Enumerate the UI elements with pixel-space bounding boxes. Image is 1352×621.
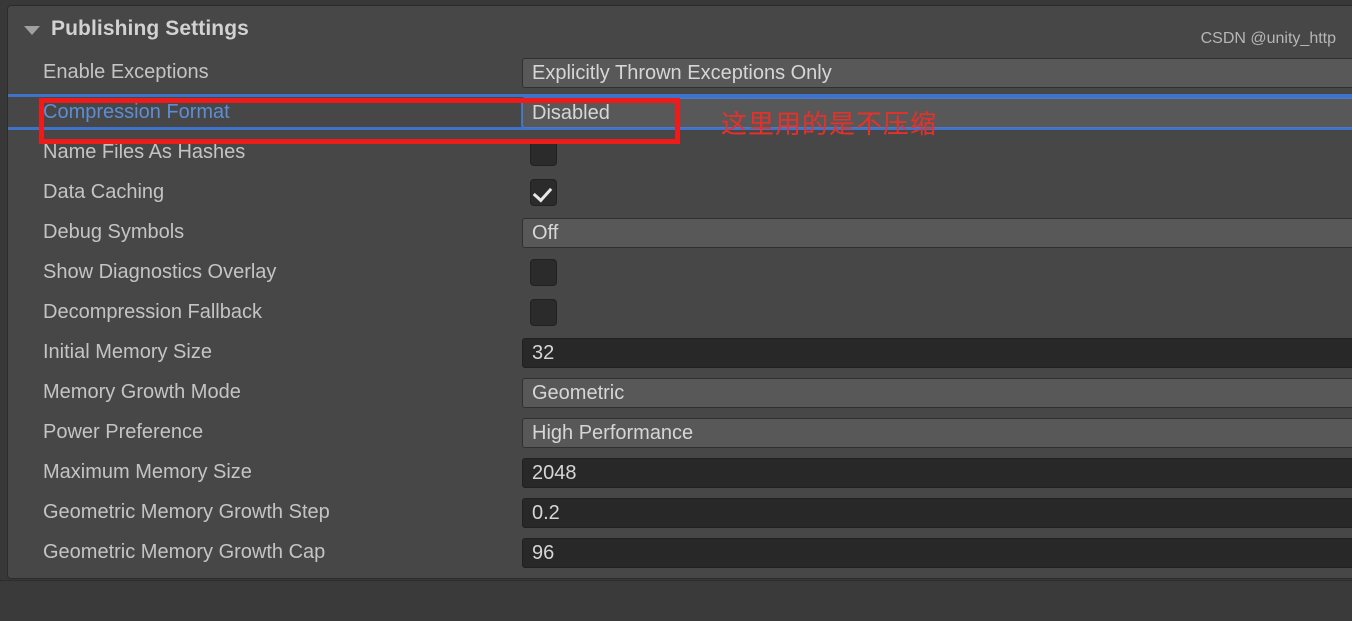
- settings-row: Debug Symbols Off: [8, 212, 1352, 252]
- row-label: Geometric Memory Growth Cap: [43, 541, 326, 563]
- publishing-settings-panel: Publishing Settings Enable Exceptions Exp…: [7, 5, 1352, 579]
- dropdown-field[interactable]: Off: [522, 218, 1352, 248]
- number-input[interactable]: 2048: [522, 458, 1352, 488]
- checkbox-toggle[interactable]: [530, 259, 557, 286]
- row-label: Memory Growth Mode: [43, 381, 241, 403]
- settings-row: Memory Growth Mode Geometric: [8, 372, 1352, 412]
- dropdown-field[interactable]: Explicitly Thrown Exceptions Only: [522, 58, 1352, 88]
- row-label: Decompression Fallback: [43, 301, 262, 323]
- checkbox-toggle[interactable]: [530, 139, 557, 166]
- row-label: Debug Symbols: [43, 221, 185, 243]
- settings-row: Name Files As Hashes: [8, 132, 1352, 172]
- dropdown-field[interactable]: Geometric: [522, 378, 1352, 408]
- row-label: Data Caching: [43, 181, 165, 203]
- settings-row: Geometric Memory Growth Cap 96: [8, 532, 1352, 572]
- settings-row: Decompression Fallback: [8, 292, 1352, 332]
- settings-row: Power Preference High Performance: [8, 412, 1352, 452]
- publishing-settings-foldout-header[interactable]: Publishing Settings: [8, 6, 1352, 52]
- settings-rows: Enable Exceptions Explicitly Thrown Excep…: [8, 52, 1352, 572]
- row-label: Initial Memory Size: [43, 341, 212, 363]
- annotation-note-text: 这里用的是不压缩: [721, 110, 938, 140]
- settings-row: Compression Format Disabled: [8, 92, 1352, 132]
- dropdown-field[interactable]: High Performance: [522, 418, 1352, 448]
- settings-row: Maximum Memory Size 2048: [8, 452, 1352, 492]
- number-input[interactable]: 96: [522, 538, 1352, 568]
- bottom-bar: [0, 580, 1352, 621]
- row-label: Show Diagnostics Overlay: [43, 261, 277, 283]
- checkmark-icon: [531, 300, 556, 325]
- checkmark-icon: [531, 180, 556, 205]
- row-label: Power Preference: [43, 421, 204, 443]
- row-label: Enable Exceptions: [43, 61, 209, 83]
- row-label: Geometric Memory Growth Step: [43, 501, 330, 523]
- watermark: CSDN @unity_http: [1200, 30, 1336, 47]
- settings-row: Enable Exceptions Explicitly Thrown Excep…: [8, 52, 1352, 92]
- settings-row: Show Diagnostics Overlay: [8, 252, 1352, 292]
- settings-row: Geometric Memory Growth Step 0.2: [8, 492, 1352, 532]
- number-input[interactable]: 32: [522, 338, 1352, 368]
- checkbox-toggle[interactable]: [530, 179, 557, 206]
- number-input[interactable]: 0.2: [522, 498, 1352, 528]
- checkmark-icon: [531, 260, 556, 285]
- row-label: Maximum Memory Size: [43, 461, 252, 483]
- chevron-down-triangle-icon[interactable]: [24, 25, 40, 35]
- row-label: Compression Format: [43, 101, 230, 123]
- checkbox-toggle[interactable]: [530, 299, 557, 326]
- settings-row: Data Caching: [8, 172, 1352, 212]
- settings-row: Initial Memory Size 32: [8, 332, 1352, 372]
- checkmark-icon: [531, 140, 556, 165]
- row-label: Name Files As Hashes: [43, 141, 246, 163]
- page-title: Publishing Settings: [51, 17, 249, 40]
- unity-inspector-window: Publishing Settings Enable Exceptions Exp…: [0, 0, 1352, 621]
